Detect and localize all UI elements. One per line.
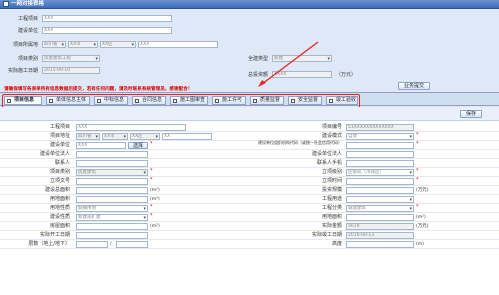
approval-doc-field[interactable] — [76, 178, 148, 185]
grid-row-address: 项目地址 四川省 XX市 XX区 XX 建设模式 自建 * — [0, 132, 499, 141]
unit-label: (万元) — [416, 188, 429, 193]
build-nature-select[interactable]: 新建或扩建 — [76, 214, 148, 221]
grid-row-category: 项目类别 房屋建筑 * 立项级别 区级或（市辖区） * — [0, 168, 499, 177]
approval-level-select[interactable]: 区级或（市辖区） — [346, 169, 414, 176]
house-area-field[interactable] — [76, 223, 148, 230]
required-mark: * — [416, 141, 419, 147]
grid-row-land: 用地面积 (m²) 工程用途 — [0, 195, 499, 204]
field-label: 建设性质 — [49, 214, 70, 220]
required-mark: * — [150, 213, 153, 219]
build-unit-field[interactable]: XXX — [76, 142, 126, 149]
project-class-select[interactable]: 城建建筑 — [346, 205, 414, 212]
field-label: 立项文号 — [49, 178, 70, 184]
unit-label: (m²) — [416, 215, 426, 220]
field-label: 建设单位 — [49, 142, 70, 148]
actual-start-date-field[interactable] — [76, 232, 148, 239]
field-label: 联系人 — [54, 160, 70, 166]
unit-label: (m²) — [150, 197, 160, 202]
contact-field[interactable] — [76, 160, 148, 167]
investment-scale-field[interactable] — [346, 187, 414, 194]
floors-below-field[interactable] — [116, 241, 148, 248]
project-name-field[interactable]: XXX — [76, 124, 186, 131]
grid-row-area: 建设总面积 (m²) 投资规模 (万元) — [0, 186, 499, 195]
required-mark: * — [150, 141, 153, 147]
unit-label: (m²) — [150, 224, 160, 229]
grid-row-dates: 实际开工日期 实际竣工日期 2016-09-13 — [0, 231, 499, 240]
grid-row-build-unit: 建设单位 XXX 选择 * 建设单位组织机构代码（或统一社会信用代码） * — [0, 141, 499, 150]
project-detail-panel: 保存 工程项目 XXX 项目编号 51XXXXXXXXXXXXX 项目地址 四川… — [0, 107, 499, 295]
grid-row-floors: 层数（地上/地下） / 高度 (m) — [0, 240, 499, 249]
grid-row-house-area: 房屋面积 (m²) 实际金额 5619 (万元) — [0, 222, 499, 231]
project-category-select[interactable]: 房屋建筑 — [76, 169, 148, 176]
contact-phone-field[interactable] — [346, 160, 414, 167]
field-label: 工程项目 — [49, 124, 70, 130]
field-label: 建设单位法人 — [39, 151, 70, 157]
land-area-2-field[interactable] — [346, 214, 414, 221]
field-label: 实际金额 — [321, 223, 342, 229]
required-mark: * — [150, 177, 153, 183]
unit-label: (m) — [416, 242, 424, 247]
required-mark: * — [416, 204, 419, 210]
field-label: 联系人手机 — [316, 160, 342, 166]
grid-row-land-type: 用地性质 城镇用地 * 工程分类 城建建筑 * — [0, 204, 499, 213]
select-unit-button[interactable]: 选择 — [128, 142, 148, 149]
height-field[interactable] — [346, 241, 414, 248]
field-label: 实际开工日期 — [39, 232, 70, 238]
grid-row-project: 工程项目 XXX 项目编号 51XXXXXXXXXXXXX — [0, 123, 499, 132]
field-label: 项目类别 — [49, 169, 70, 175]
address-detail-field[interactable]: XX — [162, 133, 212, 140]
land-type-select[interactable]: 城镇用地 — [76, 205, 148, 212]
save-button[interactable]: 保存 — [460, 110, 482, 118]
project-use-select[interactable] — [346, 196, 414, 203]
separator: / — [110, 242, 112, 247]
required-mark: * — [416, 168, 419, 174]
field-label: 房屋面积 — [49, 223, 70, 229]
required-mark: * — [416, 177, 419, 183]
address-city-select[interactable]: XX市 — [102, 133, 128, 140]
field-label: 实际竣工日期 — [311, 232, 342, 238]
field-label: 项目地址 — [49, 133, 70, 139]
required-mark: * — [150, 204, 153, 210]
grid-row-contact: 联系人 联系人手机 — [0, 159, 499, 168]
field-label: 用地面积 — [49, 196, 70, 202]
field-label: 立项级别 — [321, 169, 342, 175]
field-label: 用地面积 — [321, 214, 342, 220]
field-label: 工程分类 — [321, 205, 342, 211]
required-mark: * — [150, 168, 153, 174]
approval-date-field[interactable] — [346, 178, 414, 185]
address-district-select[interactable]: XX区 — [130, 133, 160, 140]
field-label: 层数（地上/地下） — [28, 241, 70, 247]
field-label: 用地性质 — [49, 205, 70, 211]
floors-above-field[interactable] — [76, 241, 108, 248]
address-province-select[interactable]: 四川省 — [76, 133, 100, 140]
field-label: 投资规模 — [321, 187, 342, 193]
field-label: 立项时间 — [321, 178, 342, 184]
total-area-field[interactable] — [76, 187, 148, 194]
field-label: 高度 — [331, 241, 342, 247]
org-code-field[interactable] — [346, 142, 414, 149]
land-area-field[interactable] — [76, 196, 148, 203]
legal-person-field[interactable] — [76, 151, 148, 158]
grid-row-legal-person: 建设单位法人 建设单位法人 — [0, 150, 499, 159]
grid-row-approval: 立项文号 * 立项时间 * — [0, 177, 499, 186]
field-label: 项目编号 — [321, 124, 342, 130]
required-mark: * — [416, 132, 419, 138]
project-number-field[interactable]: 51XXXXXXXXXXXXX — [346, 124, 414, 131]
actual-end-date-field[interactable]: 2016-09-13 — [346, 232, 414, 239]
unit-label: (m²) — [150, 188, 160, 193]
field-label: 建设总面积 — [44, 187, 70, 193]
unit-label: (万元) — [416, 224, 429, 229]
grid-row-nature: 建设性质 新建或扩建 * 用地面积 (m²) — [0, 213, 499, 222]
field-label: 建设单位法人 — [311, 151, 342, 157]
field-label: 工程用途 — [321, 196, 342, 202]
actual-amount-field[interactable]: 5619 — [346, 223, 414, 230]
detail-toolbar: 保存 — [0, 107, 499, 121]
field-label: 建设单位组织机构代码（或统一社会信用代码） — [258, 140, 342, 145]
legal-person-2-field[interactable] — [346, 151, 414, 158]
build-mode-select[interactable]: 自建 — [346, 133, 414, 140]
